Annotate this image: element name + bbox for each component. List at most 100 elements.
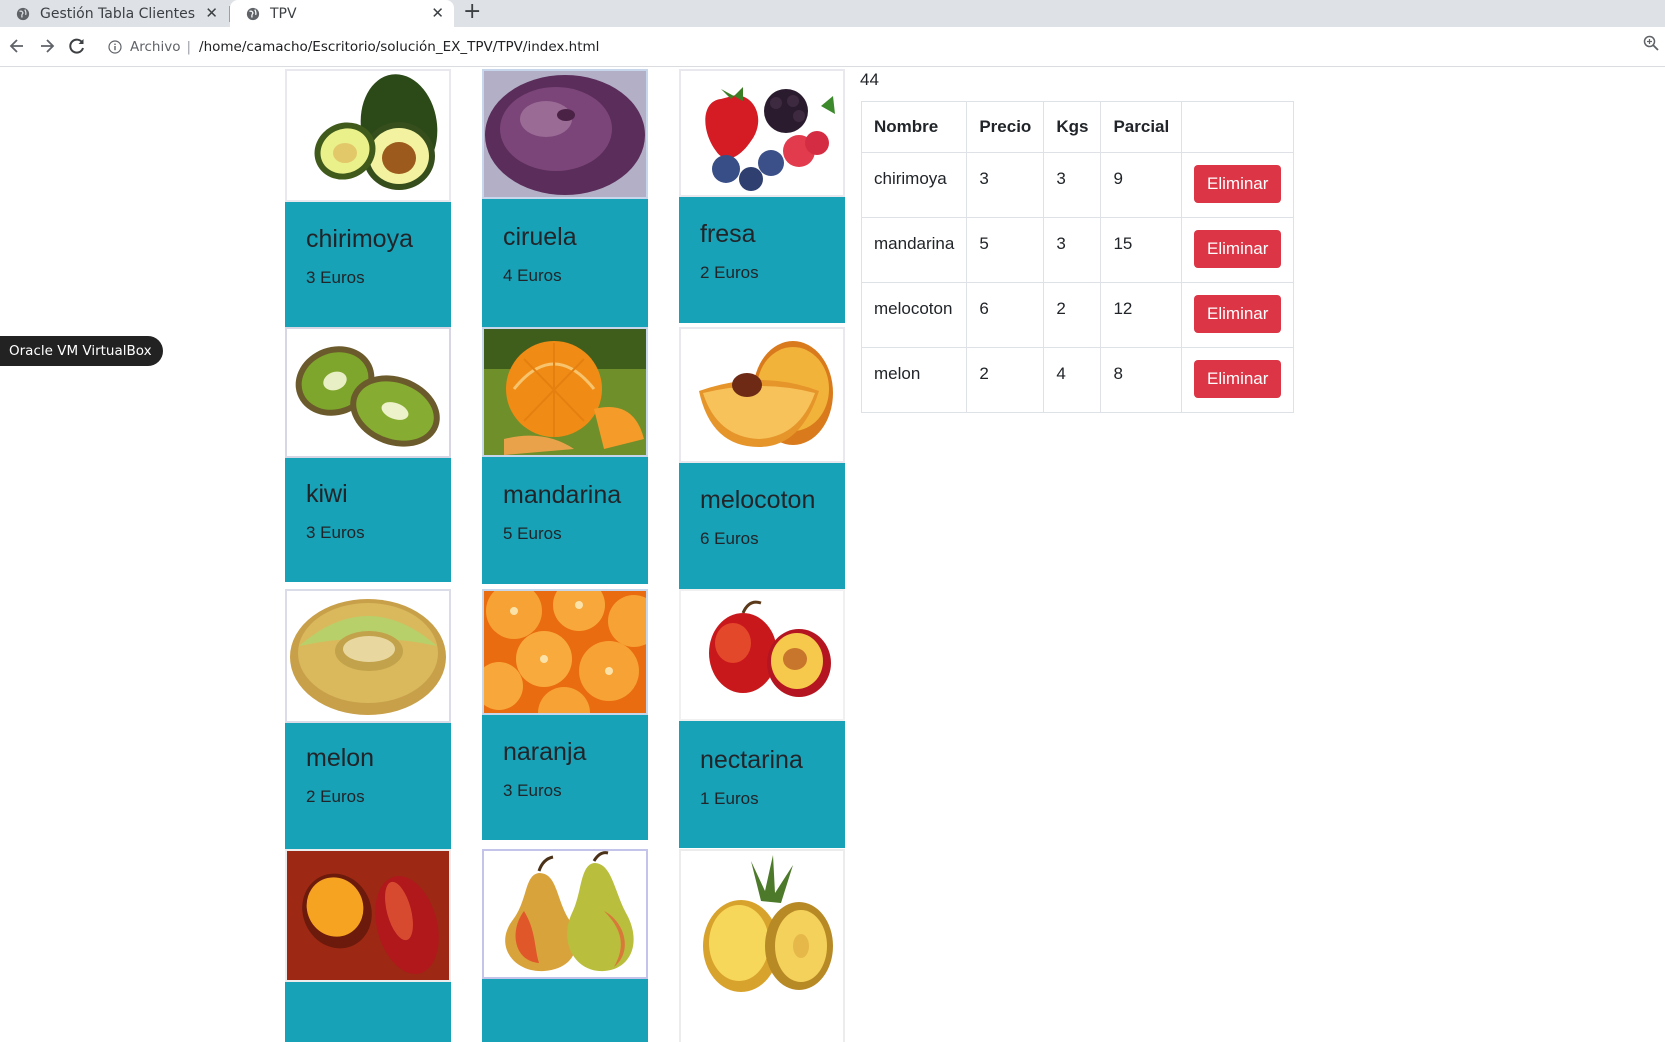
close-tab-icon[interactable]: ✕ <box>431 4 444 22</box>
pear-image <box>482 849 648 979</box>
product-card-mandarina[interactable]: mandarina 5 Euros <box>482 327 648 584</box>
header-parcial: Parcial <box>1100 101 1183 153</box>
browser-toolbar: Archivo | /home/camacho/Escritorio/soluc… <box>0 27 1665 67</box>
url-text: /home/camacho/Escritorio/solución_EX_TPV… <box>199 39 600 55</box>
product-card-ciruela[interactable]: ciruela 4 Euros <box>482 69 648 327</box>
product-price: 3 Euros <box>503 781 562 800</box>
product-price: 3 Euros <box>306 268 365 287</box>
nectarine-image <box>679 589 845 721</box>
close-tab-icon[interactable]: ✕ <box>205 4 218 22</box>
product-price: 2 Euros <box>306 787 365 806</box>
product-name: melocoton <box>700 486 816 514</box>
product-name: kiwi <box>306 480 348 508</box>
zoom-icon[interactable] <box>1643 35 1659 51</box>
forward-arrow-icon[interactable] <box>36 35 58 57</box>
globe-icon <box>16 7 30 20</box>
product-name: chirimoya <box>306 225 413 253</box>
product-price: 3 Euros <box>306 523 365 542</box>
table-row: mandarina 5 3 15 Eliminar <box>860 217 1295 283</box>
eliminar-button[interactable]: Eliminar <box>1194 295 1282 333</box>
cell-action: Eliminar <box>1181 152 1295 218</box>
tab-gestion-tabla-clientes[interactable]: Gestión Tabla Clientes ✕ <box>0 0 228 27</box>
product-card-pear[interactable] <box>482 849 648 1042</box>
table-row: melocoton 6 2 12 Eliminar <box>860 282 1295 348</box>
cell-precio: 5 <box>966 217 1045 283</box>
cell-precio: 3 <box>966 152 1045 218</box>
cell-action: Eliminar <box>1181 347 1295 413</box>
avocado-image <box>285 69 451 202</box>
cell-parcial: 15 <box>1100 217 1183 283</box>
page-content: Oracle VM VirtualBox chirimoya 3 Euros c… <box>0 68 1665 1042</box>
cell-parcial: 9 <box>1100 152 1183 218</box>
product-name: mandarina <box>503 481 622 509</box>
product-price: 2 Euros <box>700 263 759 282</box>
header-actions <box>1181 101 1295 153</box>
product-price: 6 Euros <box>700 529 759 548</box>
header-precio: Precio <box>966 101 1045 153</box>
plum-image <box>482 69 648 199</box>
product-card-fresa[interactable]: fresa 2 Euros <box>679 69 845 323</box>
product-price: 5 Euros <box>503 524 562 543</box>
product-card-kiwi[interactable]: kiwi 3 Euros <box>285 327 451 582</box>
product-name: melon <box>306 744 375 772</box>
cart-table: Nombre Precio Kgs Parcial chirimoya 3 3 … <box>860 101 1295 413</box>
header-nombre: Nombre <box>860 101 968 153</box>
info-icon[interactable] <box>108 40 122 54</box>
product-name: ciruela <box>503 223 577 251</box>
security-label: Archivo <box>130 39 181 55</box>
eliminar-button[interactable]: Eliminar <box>1194 230 1282 268</box>
product-card-melon[interactable]: melon 2 Euros <box>285 589 451 849</box>
pineapple-image <box>679 849 845 1042</box>
cell-kgs: 3 <box>1043 217 1102 283</box>
cell-nombre: melon <box>860 347 968 413</box>
product-card-naranja[interactable]: naranja 3 Euros <box>482 589 648 840</box>
cell-action: Eliminar <box>1181 217 1295 283</box>
cell-precio: 2 <box>966 347 1045 413</box>
product-name: naranja <box>503 738 587 766</box>
table-row: chirimoya 3 3 9 Eliminar <box>860 152 1295 218</box>
cell-nombre: chirimoya <box>860 152 968 218</box>
eliminar-button[interactable]: Eliminar <box>1194 165 1282 203</box>
mango-image <box>285 849 451 982</box>
address-bar[interactable]: Archivo | /home/camacho/Escritorio/soluc… <box>100 32 1660 62</box>
globe-icon <box>246 7 260 20</box>
cell-kgs: 4 <box>1043 347 1102 413</box>
cell-kgs: 2 <box>1043 282 1102 348</box>
cell-precio: 6 <box>966 282 1045 348</box>
product-card-nectarina[interactable]: nectarina 1 Euros <box>679 589 845 848</box>
cell-action: Eliminar <box>1181 282 1295 348</box>
product-name: nectarina <box>700 746 803 774</box>
orange-slices-image <box>482 589 648 715</box>
cart-total: 44 <box>860 70 879 89</box>
tab-tpv[interactable]: TPV ✕ <box>230 0 454 27</box>
browser-tab-strip: Gestión Tabla Clientes ✕ TPV ✕ + <box>0 0 1665 27</box>
new-tab-button[interactable]: + <box>463 1 481 23</box>
table-header-row: Nombre Precio Kgs Parcial <box>860 101 1295 153</box>
table-row: melon 2 4 8 Eliminar <box>860 347 1295 413</box>
cell-parcial: 12 <box>1100 282 1183 348</box>
tab-title: Gestión Tabla Clientes <box>40 5 196 22</box>
cell-parcial: 8 <box>1100 347 1183 413</box>
product-card-mango[interactable] <box>285 849 451 1042</box>
virtualbox-tooltip: Oracle VM VirtualBox <box>0 336 163 366</box>
product-card-pineapple[interactable] <box>679 849 845 1042</box>
mandarin-image <box>482 327 648 457</box>
kiwi-image <box>285 327 451 458</box>
product-price: 1 Euros <box>700 789 759 808</box>
product-card-melocoton[interactable]: melocoton 6 Euros <box>679 327 845 589</box>
cell-nombre: melocoton <box>860 282 968 348</box>
product-card-chirimoya[interactable]: chirimoya 3 Euros <box>285 69 451 327</box>
product-name: fresa <box>700 220 756 248</box>
berries-image <box>679 69 845 197</box>
tab-title: TPV <box>270 5 297 22</box>
peach-image <box>679 327 845 463</box>
reload-icon[interactable] <box>66 35 88 57</box>
header-kgs: Kgs <box>1043 101 1102 153</box>
cell-kgs: 3 <box>1043 152 1102 218</box>
melon-image <box>285 589 451 723</box>
address-separator: | <box>186 39 192 55</box>
eliminar-button[interactable]: Eliminar <box>1194 360 1282 398</box>
product-price: 4 Euros <box>503 266 562 285</box>
cell-nombre: mandarina <box>860 217 968 283</box>
back-arrow-icon[interactable] <box>6 35 28 57</box>
